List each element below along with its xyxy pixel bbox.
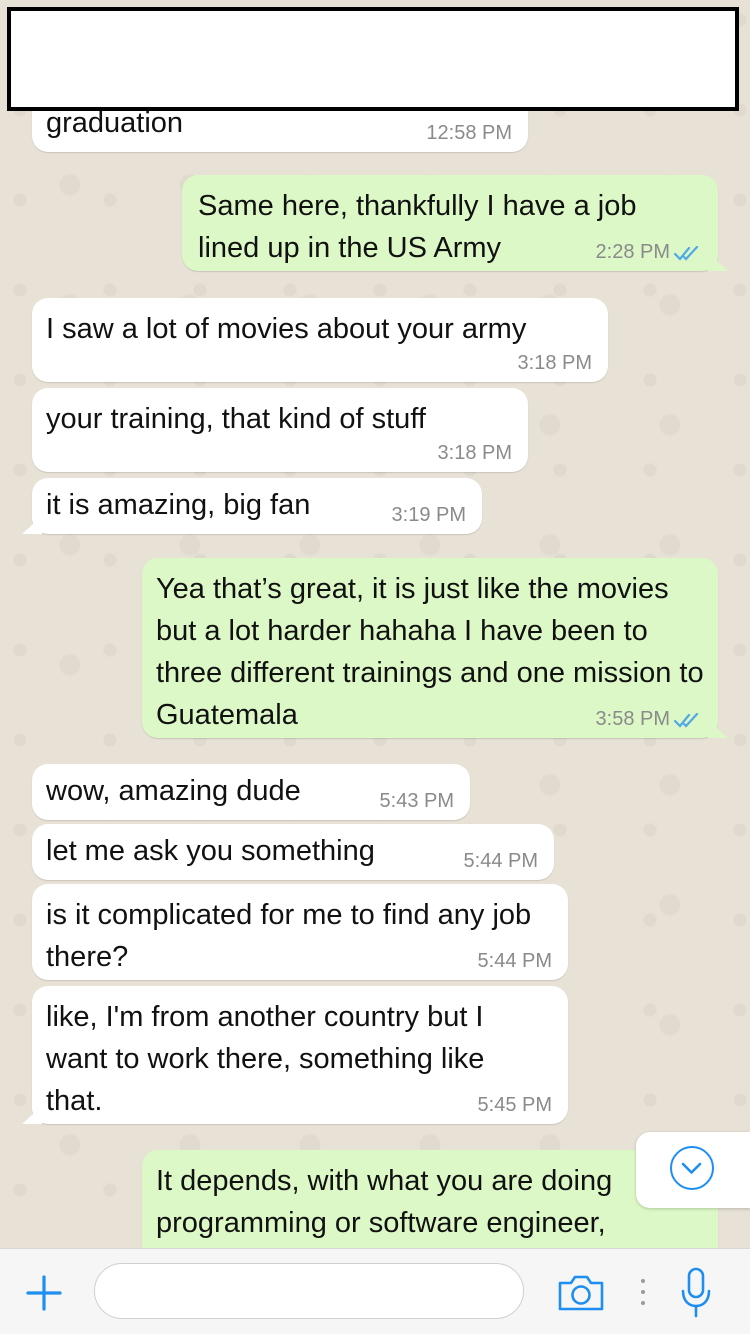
bubble-tail bbox=[708, 253, 728, 271]
message-text: let me ask you something bbox=[46, 835, 375, 867]
message-bubble[interactable]: your training, that kind of stuff 3:18 P… bbox=[32, 388, 528, 472]
message-bubble[interactable]: I saw a lot of movies about your army 3:… bbox=[32, 298, 608, 382]
message-time: 5:44 PM bbox=[463, 850, 538, 872]
composer-bar bbox=[0, 1248, 750, 1334]
message-input[interactable] bbox=[94, 1263, 524, 1319]
message-time: 3:18 PM bbox=[437, 442, 512, 464]
message-time: 12:58 PM bbox=[426, 122, 512, 144]
message-time: 3:19 PM bbox=[391, 504, 466, 526]
bubble-tail bbox=[22, 1106, 42, 1124]
divider-dots bbox=[641, 1279, 645, 1305]
message-text: I saw a lot of movies about your army bbox=[46, 313, 527, 345]
message-text: It depends, with what you are doing prog… bbox=[156, 1165, 613, 1239]
camera-icon[interactable] bbox=[556, 1273, 606, 1313]
message-bubble[interactable]: like, I'm from another country but I wan… bbox=[22, 986, 568, 1124]
microphone-icon[interactable] bbox=[678, 1267, 714, 1319]
message-text: is it complicated for me to find any job… bbox=[46, 899, 532, 973]
plus-icon[interactable] bbox=[24, 1273, 64, 1313]
message-bubble[interactable]: is it complicated for me to find any job… bbox=[32, 884, 568, 980]
message-text: like, I'm from another country but I wan… bbox=[46, 1001, 485, 1117]
message-bubble[interactable]: it is amazing, big fan 3:19 PM bbox=[22, 478, 482, 534]
message-time: 3:18 PM bbox=[517, 352, 592, 374]
message-bubble[interactable]: Yea that’s great, it is just like the mo… bbox=[142, 558, 728, 738]
message-time: 5:44 PM bbox=[477, 950, 552, 972]
message-text: your training, that kind of stuff bbox=[46, 403, 426, 435]
message-list[interactable]: graduation 12:58 PM Same here, thankfull… bbox=[0, 0, 750, 1248]
redaction-box bbox=[7, 7, 739, 111]
bubble-tail bbox=[708, 720, 728, 738]
message-time: 5:43 PM bbox=[379, 790, 454, 812]
message-time: 3:58 PM bbox=[595, 708, 670, 730]
double-check-icon bbox=[674, 712, 699, 728]
message-time: 5:45 PM bbox=[477, 1094, 552, 1116]
message-bubble[interactable]: It depends, with what you are doing prog… bbox=[142, 1150, 718, 1248]
message-bubble[interactable]: wow, amazing dude 5:43 PM bbox=[32, 764, 470, 820]
scroll-to-bottom-button[interactable] bbox=[636, 1132, 750, 1208]
double-check-icon bbox=[674, 245, 699, 261]
message-bubble[interactable]: let me ask you something 5:44 PM bbox=[32, 824, 554, 880]
message-bubble[interactable]: Same here, thankfully I have a job lined… bbox=[182, 175, 728, 271]
chevron-down-icon bbox=[670, 1146, 714, 1190]
message-time: 2:28 PM bbox=[595, 241, 670, 263]
bubble-tail bbox=[22, 516, 42, 534]
